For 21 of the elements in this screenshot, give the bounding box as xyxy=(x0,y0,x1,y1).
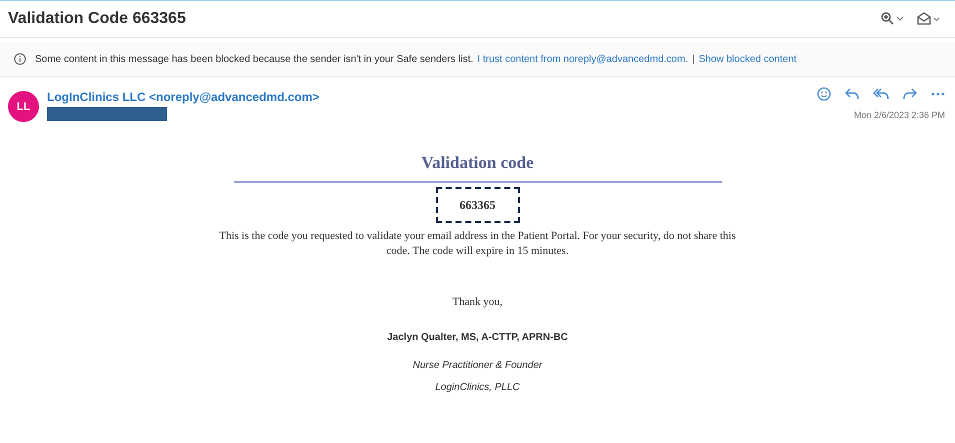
company-name: LoginClinics, PLLC xyxy=(435,382,520,393)
reply-icon[interactable] xyxy=(845,88,859,100)
signer-role: Nurse Practitioner & Founder xyxy=(412,360,542,371)
sent-date: Mon 2/6/2023 2:36 PM xyxy=(854,110,945,120)
show-blocked-content-link[interactable]: Show blocked content xyxy=(698,54,797,64)
forward-icon[interactable] xyxy=(903,88,917,100)
closing-text: Thank you, xyxy=(452,296,503,308)
email-paragraph: This is the code you requested to validate your email address in the Patient Portal. For your security, do not share this code. The code will expire in 15 minutes. xyxy=(218,229,737,259)
emoji-icon[interactable] xyxy=(817,87,831,101)
message-subject: Validation Code 663365 xyxy=(8,10,186,28)
validation-code: 663365 xyxy=(436,187,520,223)
info-icon xyxy=(14,53,26,65)
signer-name: Jaclyn Qualter, MS, A-CTTP, APRN-BC xyxy=(387,332,568,343)
blocked-content-message: Some content in this message has been blocked because the sender isn't in your Safe senders list. xyxy=(35,54,474,64)
reply-all-icon[interactable] xyxy=(873,88,889,100)
separator: | xyxy=(692,54,695,64)
email-heading: Validation code xyxy=(421,153,534,173)
sender-avatar: LL xyxy=(8,91,39,122)
more-icon[interactable] xyxy=(931,92,945,96)
sender-name[interactable]: LogInClinics LLC <noreply@advancedmd.com> xyxy=(47,90,320,104)
trust-sender-link[interactable]: I trust content from noreply@advancedmd.com. xyxy=(477,54,688,64)
